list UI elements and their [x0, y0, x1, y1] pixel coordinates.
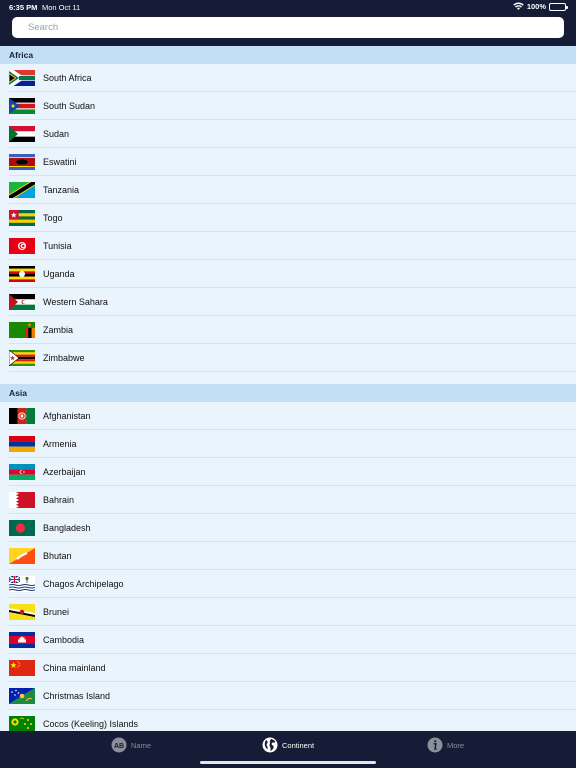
- south-africa-flag-icon: [9, 70, 35, 86]
- country-name: Bangladesh: [43, 523, 91, 533]
- bahrain-flag-icon: [9, 492, 35, 508]
- country-name: Sudan: [43, 129, 70, 139]
- country-name: Brunei: [43, 607, 70, 617]
- list-item[interactable]: China mainland: [0, 654, 576, 682]
- uganda-flag-icon: [9, 266, 35, 282]
- list-item[interactable]: South Africa: [0, 64, 576, 92]
- wifi-icon: [513, 2, 524, 10]
- tab-continent[interactable]: Continent: [262, 737, 314, 753]
- section-header-asia: Asia: [0, 384, 576, 402]
- list-item[interactable]: Armenia: [0, 430, 576, 458]
- tab-more[interactable]: More: [427, 737, 464, 753]
- battery-icon: [549, 2, 568, 11]
- country-name: Chagos Archipelago: [43, 579, 124, 589]
- list-item[interactable]: Zimbabwe: [0, 344, 576, 372]
- search-input[interactable]: Search: [12, 17, 564, 38]
- list-item[interactable]: Eswatini: [0, 148, 576, 176]
- country-name: Cocos (Keeling) Islands: [43, 719, 139, 729]
- list-item[interactable]: Tunisia: [0, 232, 576, 260]
- list-item[interactable]: Tanzania: [0, 176, 576, 204]
- country-name: Eswatini: [43, 157, 77, 167]
- info-icon: [427, 737, 443, 753]
- list-item[interactable]: Brunei: [0, 598, 576, 626]
- country-name: Zimbabwe: [43, 353, 85, 363]
- country-name: Uganda: [43, 269, 75, 279]
- eswatini-flag-icon: [9, 154, 35, 170]
- country-name: Western Sahara: [43, 297, 108, 307]
- header: 6:35 PM Mon Oct 11 100% Search: [0, 0, 576, 46]
- svg-text:AB: AB: [114, 743, 124, 750]
- country-list[interactable]: Africa South Africa South Sudan Sudan Es…: [0, 46, 576, 731]
- battery-percent: 100%: [526, 2, 546, 11]
- ab-icon: AB: [111, 737, 127, 753]
- zimbabwe-flag-icon: [9, 350, 35, 366]
- azerbaijan-flag-icon: [9, 464, 35, 480]
- list-item[interactable]: Bangladesh: [0, 514, 576, 542]
- country-name: Christmas Island: [43, 691, 111, 701]
- home-indicator[interactable]: [200, 761, 376, 764]
- togo-flag-icon: [9, 210, 35, 226]
- bangladesh-flag-icon: [9, 520, 35, 536]
- list-item[interactable]: Togo: [0, 204, 576, 232]
- country-name: Bhutan: [43, 551, 72, 561]
- country-name: South Sudan: [43, 101, 96, 111]
- country-name: Tanzania: [43, 185, 80, 195]
- country-name: Afghanistan: [43, 411, 91, 421]
- china-mainland-flag-icon: [9, 660, 35, 676]
- country-name: Tunisia: [43, 241, 72, 251]
- south-sudan-flag-icon: [9, 98, 35, 114]
- country-name: Cambodia: [43, 635, 85, 645]
- afghanistan-flag-icon: [9, 408, 35, 424]
- zambia-flag-icon: [9, 322, 35, 338]
- tunisia-flag-icon: [9, 238, 35, 254]
- tab-label: More: [447, 740, 465, 750]
- brunei-flag-icon: [9, 604, 35, 620]
- list-item[interactable]: Western Sahara: [0, 288, 576, 316]
- list-item[interactable]: Uganda: [0, 260, 576, 288]
- status-time: 6:35 PM: [9, 3, 38, 12]
- christmas-island-flag-icon: [9, 688, 35, 704]
- list-item[interactable]: Cocos (Keeling) Islands: [0, 710, 576, 731]
- country-name: Armenia: [43, 439, 77, 449]
- country-name: Bahrain: [43, 495, 75, 505]
- globe-icon: [262, 737, 278, 753]
- list-item[interactable]: Bhutan: [0, 542, 576, 570]
- country-name: South Africa: [43, 73, 92, 83]
- cambodia-flag-icon: [9, 632, 35, 648]
- tanzania-flag-icon: [9, 182, 35, 198]
- list-item[interactable]: South Sudan: [0, 92, 576, 120]
- list-item[interactable]: Azerbaijan: [0, 458, 576, 486]
- chagos-archipelago-flag-icon: [9, 576, 35, 592]
- search-placeholder: Search: [28, 22, 59, 33]
- armenia-flag-icon: [9, 436, 35, 452]
- list-item[interactable]: Christmas Island: [0, 682, 576, 710]
- list-item[interactable]: Chagos Archipelago: [0, 570, 576, 598]
- cocos-keeling-islands-flag-icon: [9, 716, 35, 731]
- tab-label: Name: [131, 740, 152, 750]
- status-date: Mon Oct 11: [42, 3, 81, 12]
- list-item[interactable]: Bahrain: [0, 486, 576, 514]
- list-item[interactable]: Afghanistan: [0, 402, 576, 430]
- list-item[interactable]: Cambodia: [0, 626, 576, 654]
- sudan-flag-icon: [9, 126, 35, 142]
- western-sahara-flag-icon: [9, 294, 35, 310]
- country-name: Azerbaijan: [43, 467, 86, 477]
- tab-name[interactable]: AB Name: [111, 737, 151, 753]
- list-item[interactable]: Zambia: [0, 316, 576, 344]
- section-header-africa: Africa: [0, 46, 576, 64]
- country-name: Togo: [43, 213, 63, 223]
- status-indicators: 100%: [513, 2, 568, 11]
- tab-label: Continent: [282, 740, 315, 750]
- country-name: China mainland: [43, 663, 106, 673]
- list-item[interactable]: Sudan: [0, 120, 576, 148]
- bhutan-flag-icon: [9, 548, 35, 564]
- country-name: Zambia: [43, 325, 74, 335]
- tab-bar: AB Name Continent More: [0, 731, 576, 768]
